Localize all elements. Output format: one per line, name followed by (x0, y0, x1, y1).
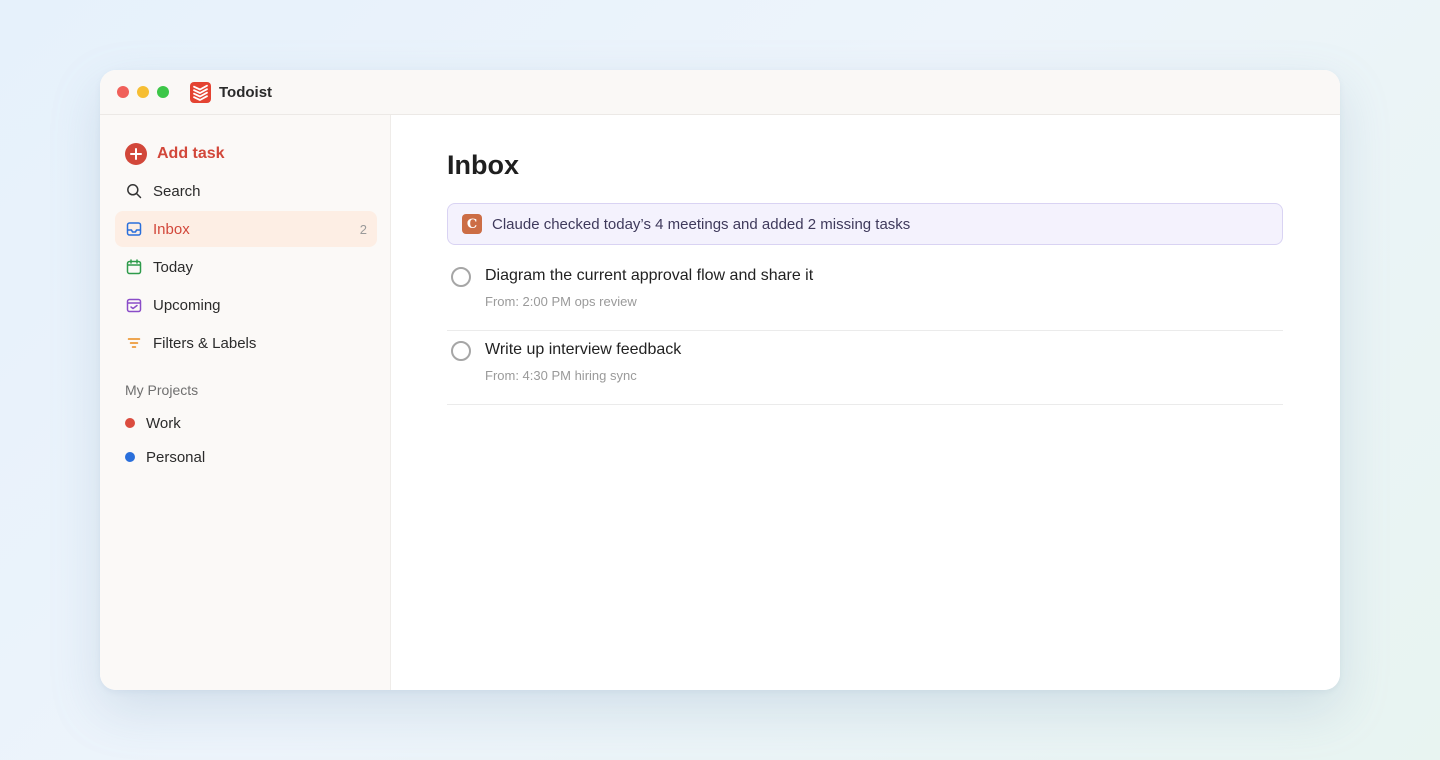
sidebar-item-upcoming[interactable]: Upcoming (115, 287, 377, 323)
title-bar: Todoist (100, 70, 1340, 115)
inbox-count-badge: 2 (359, 221, 367, 237)
sidebar-item-search[interactable]: Search (115, 173, 377, 209)
calendar-icon (125, 258, 143, 276)
add-task-label: Add task (157, 145, 225, 162)
search-icon (125, 182, 143, 200)
claude-notification-banner: C Claude checked today’s 4 meetings and … (447, 203, 1283, 245)
project-label: Work (146, 414, 181, 432)
inbox-icon (125, 220, 143, 238)
task-meta: From: 4:30 PM hiring sync (485, 368, 637, 383)
minimize-window-button[interactable] (137, 86, 149, 98)
project-personal[interactable]: Personal (125, 445, 205, 469)
project-color-dot (125, 452, 135, 462)
task-checkbox[interactable] (451, 341, 471, 361)
main-content: Inbox C Claude checked today’s 4 meeting… (391, 115, 1340, 690)
close-window-button[interactable] (117, 86, 129, 98)
task-row[interactable]: Diagram the current approval flow and sh… (447, 257, 1283, 331)
projects-heading: My Projects (125, 382, 199, 398)
project-work[interactable]: Work (125, 411, 181, 435)
todoist-logo-icon (190, 81, 211, 103)
sidebar-item-label: Upcoming (153, 296, 221, 314)
maximize-window-button[interactable] (157, 86, 169, 98)
sidebar-item-today[interactable]: Today (115, 249, 377, 285)
project-label: Personal (146, 448, 206, 466)
sidebar-item-inbox[interactable]: Inbox 2 (115, 211, 377, 247)
task-checkbox[interactable] (451, 267, 471, 287)
plus-circle-icon (125, 143, 147, 165)
project-color-dot (125, 418, 135, 428)
sidebar-item-label: Search (153, 182, 201, 200)
task-meta: From: 2:00 PM ops review (485, 294, 637, 309)
add-task-button[interactable]: Add task (115, 136, 377, 172)
filter-icon (125, 334, 143, 352)
task-title: Diagram the current approval flow and sh… (485, 267, 814, 284)
task-title: Write up interview feedback (485, 341, 682, 358)
sidebar-item-label: Filters & Labels (153, 334, 257, 352)
claude-icon: C (462, 214, 482, 234)
page-title: Inbox (447, 150, 519, 180)
app-window: Todoist Add task Search Inbox 2 Today Up… (100, 70, 1340, 690)
sidebar-item-filters-labels[interactable]: Filters & Labels (115, 325, 377, 361)
sidebar: Add task Search Inbox 2 Today Upcoming F… (100, 115, 391, 690)
app-title: Todoist (219, 83, 273, 101)
calendar-upcoming-icon (125, 296, 143, 314)
sidebar-item-label: Inbox (153, 220, 190, 238)
sidebar-item-label: Today (153, 258, 194, 276)
task-row[interactable]: Write up interview feedback From: 4:30 P… (447, 331, 1283, 405)
banner-text: Claude checked today’s 4 meetings and ad… (492, 215, 911, 233)
